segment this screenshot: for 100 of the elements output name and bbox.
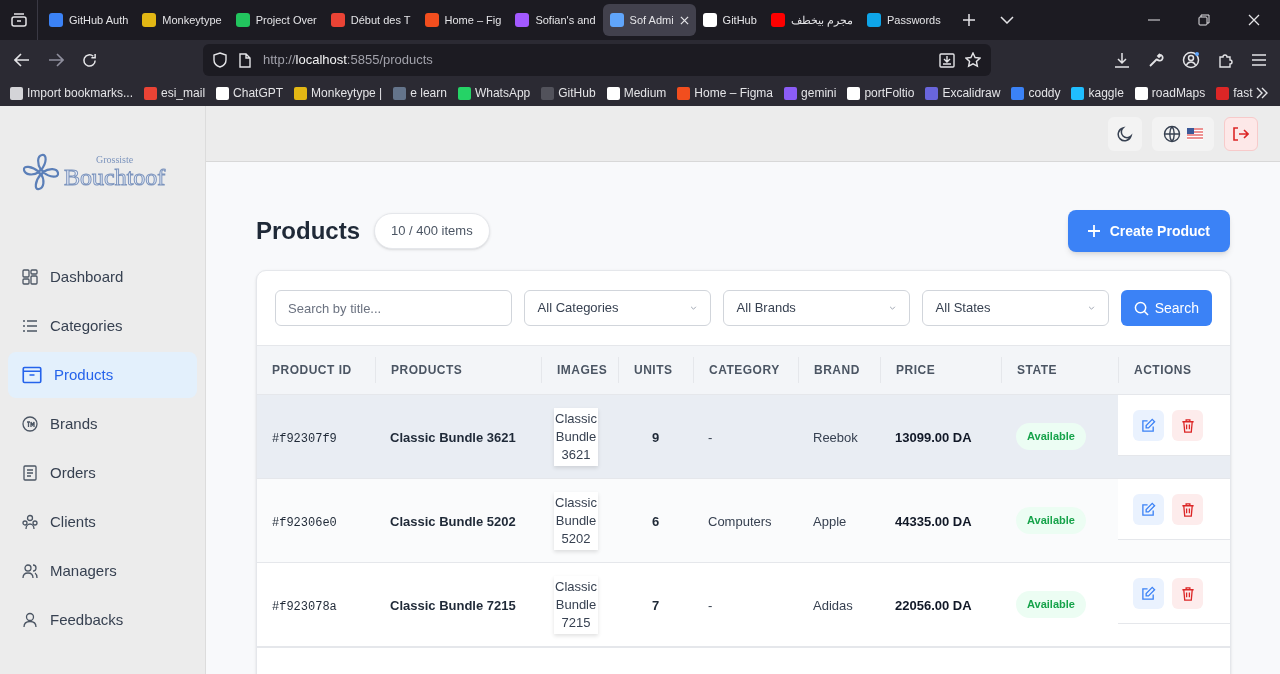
bookmark[interactable]: Excalidraw xyxy=(925,84,1001,102)
browser-tab[interactable]: GitHub xyxy=(695,4,764,36)
new-tab-icon[interactable] xyxy=(961,13,976,27)
close-tab-icon[interactable] xyxy=(679,15,689,25)
language-button[interactable] xyxy=(1152,116,1214,151)
category-dropdown[interactable]: All Categories xyxy=(523,290,711,326)
bookmark-label: Home – Figma xyxy=(694,85,774,102)
chevron-right-double-icon[interactable] xyxy=(1256,87,1268,99)
image-placeholder: Classic Bundle 3621 xyxy=(554,407,598,466)
browser-tab[interactable]: GitHub Auth xyxy=(42,4,136,36)
state-dropdown[interactable]: All States xyxy=(921,290,1109,326)
bookmark[interactable]: esi_mail xyxy=(144,84,206,102)
menu-icon[interactable] xyxy=(1252,54,1266,66)
browser-tab[interactable]: مجرم بيخطف xyxy=(763,4,860,36)
bookmark[interactable]: portFoltio xyxy=(847,84,915,102)
back-icon[interactable] xyxy=(14,53,30,67)
status-badge: Available xyxy=(1016,507,1086,534)
table-row[interactable]: #f92306e0 Classic Bundle 5202 Classic Bundle 5202 6 Computers Apple 44335.00 DA Available xyxy=(257,479,1230,563)
edit-button[interactable] xyxy=(1133,493,1164,525)
sidebar-item[interactable]: Orders xyxy=(8,450,197,496)
sidebar-item[interactable]: Dashboard xyxy=(8,254,197,300)
bookmark[interactable]: roadMaps xyxy=(1134,84,1206,102)
sidebar-item[interactable]: Categories xyxy=(8,303,197,349)
bookmark-label: roadMaps xyxy=(1151,85,1206,102)
close-icon[interactable] xyxy=(1248,14,1260,26)
sidebar-item[interactable]: Products xyxy=(8,352,197,398)
reader-view-icon[interactable] xyxy=(939,52,955,68)
bookmark[interactable]: GitHub xyxy=(541,84,596,102)
tab-title: Sof Admi xyxy=(629,12,674,28)
people-icon xyxy=(22,514,38,530)
browser-tab[interactable]: Début des T xyxy=(323,4,418,36)
column-header: CATEGORY xyxy=(709,362,780,379)
reload-icon[interactable] xyxy=(82,52,97,68)
brand-dropdown[interactable]: All Brands xyxy=(722,290,910,326)
tab-list-icon[interactable] xyxy=(10,13,27,27)
user-icon xyxy=(22,612,38,628)
bookmark[interactable]: fast xyxy=(1216,84,1253,102)
bookmark-label: portFoltio xyxy=(864,85,915,102)
star-icon[interactable] xyxy=(965,52,981,68)
bookmark-label: Import bookmarks... xyxy=(27,85,134,102)
column-header: STATE xyxy=(1017,362,1058,379)
bookmark[interactable]: e learn xyxy=(393,84,447,102)
bookmark[interactable]: coddy xyxy=(1011,84,1061,102)
image-placeholder: Classic Bundle 7215 xyxy=(554,575,598,634)
address-bar[interactable]: http://localhost:5855/products xyxy=(203,44,991,76)
search-icon xyxy=(1133,300,1149,316)
restore-icon[interactable] xyxy=(1198,14,1210,26)
browser-tab[interactable]: Sofian's and xyxy=(508,4,603,36)
bookmark-label: coddy xyxy=(1028,85,1061,102)
forward-icon[interactable] xyxy=(48,53,64,67)
create-product-button[interactable]: Create Product xyxy=(1067,210,1230,252)
search-button[interactable]: Search xyxy=(1120,290,1212,326)
sidebar-item[interactable]: Feedbacks xyxy=(8,597,197,643)
delete-button[interactable] xyxy=(1172,577,1203,609)
download-icon[interactable] xyxy=(1114,52,1130,68)
search-field[interactable]: Search by title... xyxy=(275,290,512,326)
tab-title: GitHub Auth xyxy=(69,12,129,28)
edit-button[interactable] xyxy=(1133,577,1164,609)
bookmark[interactable]: Monkeytype | xyxy=(294,84,383,102)
browser-tab[interactable]: Monkeytype xyxy=(135,4,229,36)
sidebar-item[interactable]: Brands xyxy=(8,401,197,447)
delete-button[interactable] xyxy=(1172,493,1203,525)
trash-icon xyxy=(1180,501,1195,517)
browser-tab[interactable]: Home – Fig xyxy=(417,4,509,36)
bookmark-label: fast xyxy=(1233,85,1253,102)
edit-button[interactable] xyxy=(1133,409,1164,441)
bookmark[interactable]: ChatGPT xyxy=(216,84,284,102)
column-header: BRAND xyxy=(814,362,860,379)
table-cell: Reebok xyxy=(813,429,858,445)
chevron-down-icon[interactable] xyxy=(999,16,1014,24)
image-placeholder: Classic Bundle 5202 xyxy=(554,491,598,550)
bookmark[interactable]: WhatsApp xyxy=(457,84,531,102)
logout-button[interactable] xyxy=(1224,116,1258,151)
column-header: PRODUCTS xyxy=(391,362,463,379)
sidebar-item[interactable]: Clients xyxy=(8,499,197,545)
wrench-icon[interactable] xyxy=(1148,52,1164,68)
bookmark[interactable]: Medium xyxy=(606,84,667,102)
bookmark[interactable]: kaggle xyxy=(1071,84,1124,102)
table-cell: Classic Bundle 7215 xyxy=(390,597,516,613)
table-cell: - xyxy=(708,597,713,613)
shield-icon[interactable] xyxy=(213,52,227,68)
plus-icon xyxy=(1087,225,1100,237)
browser-tab[interactable]: Passwords xyxy=(859,4,948,36)
bookmark[interactable]: Import bookmarks... xyxy=(10,84,134,102)
dark-mode-button[interactable] xyxy=(1108,116,1142,151)
sidebar-item[interactable]: Managers xyxy=(8,548,197,594)
column-header: ACTIONS xyxy=(1134,362,1192,379)
extensions-icon[interactable] xyxy=(1218,52,1234,68)
table-row[interactable]: #f92307f9 Classic Bundle 3621 Classic Bundle 3621 9 - Reebok 13099.00 DA Available xyxy=(257,395,1230,479)
tab-title: مجرم بيخطف xyxy=(790,12,853,29)
edit-icon xyxy=(1141,501,1156,517)
edit-icon xyxy=(1141,585,1156,601)
bookmark[interactable]: Home – Figma xyxy=(677,84,774,102)
browser-tab[interactable]: Project Over xyxy=(228,4,324,36)
browser-tab[interactable]: Sof Admi xyxy=(602,4,696,36)
bookmark[interactable]: gemini xyxy=(784,84,837,102)
account-icon[interactable] xyxy=(1182,51,1200,69)
bookmark-label: gemini xyxy=(801,85,837,102)
table-row[interactable]: #f923078a Classic Bundle 7215 Classic Bundle 7215 7 - Adidas 22056.00 DA Available xyxy=(257,563,1230,647)
delete-button[interactable] xyxy=(1172,409,1203,441)
